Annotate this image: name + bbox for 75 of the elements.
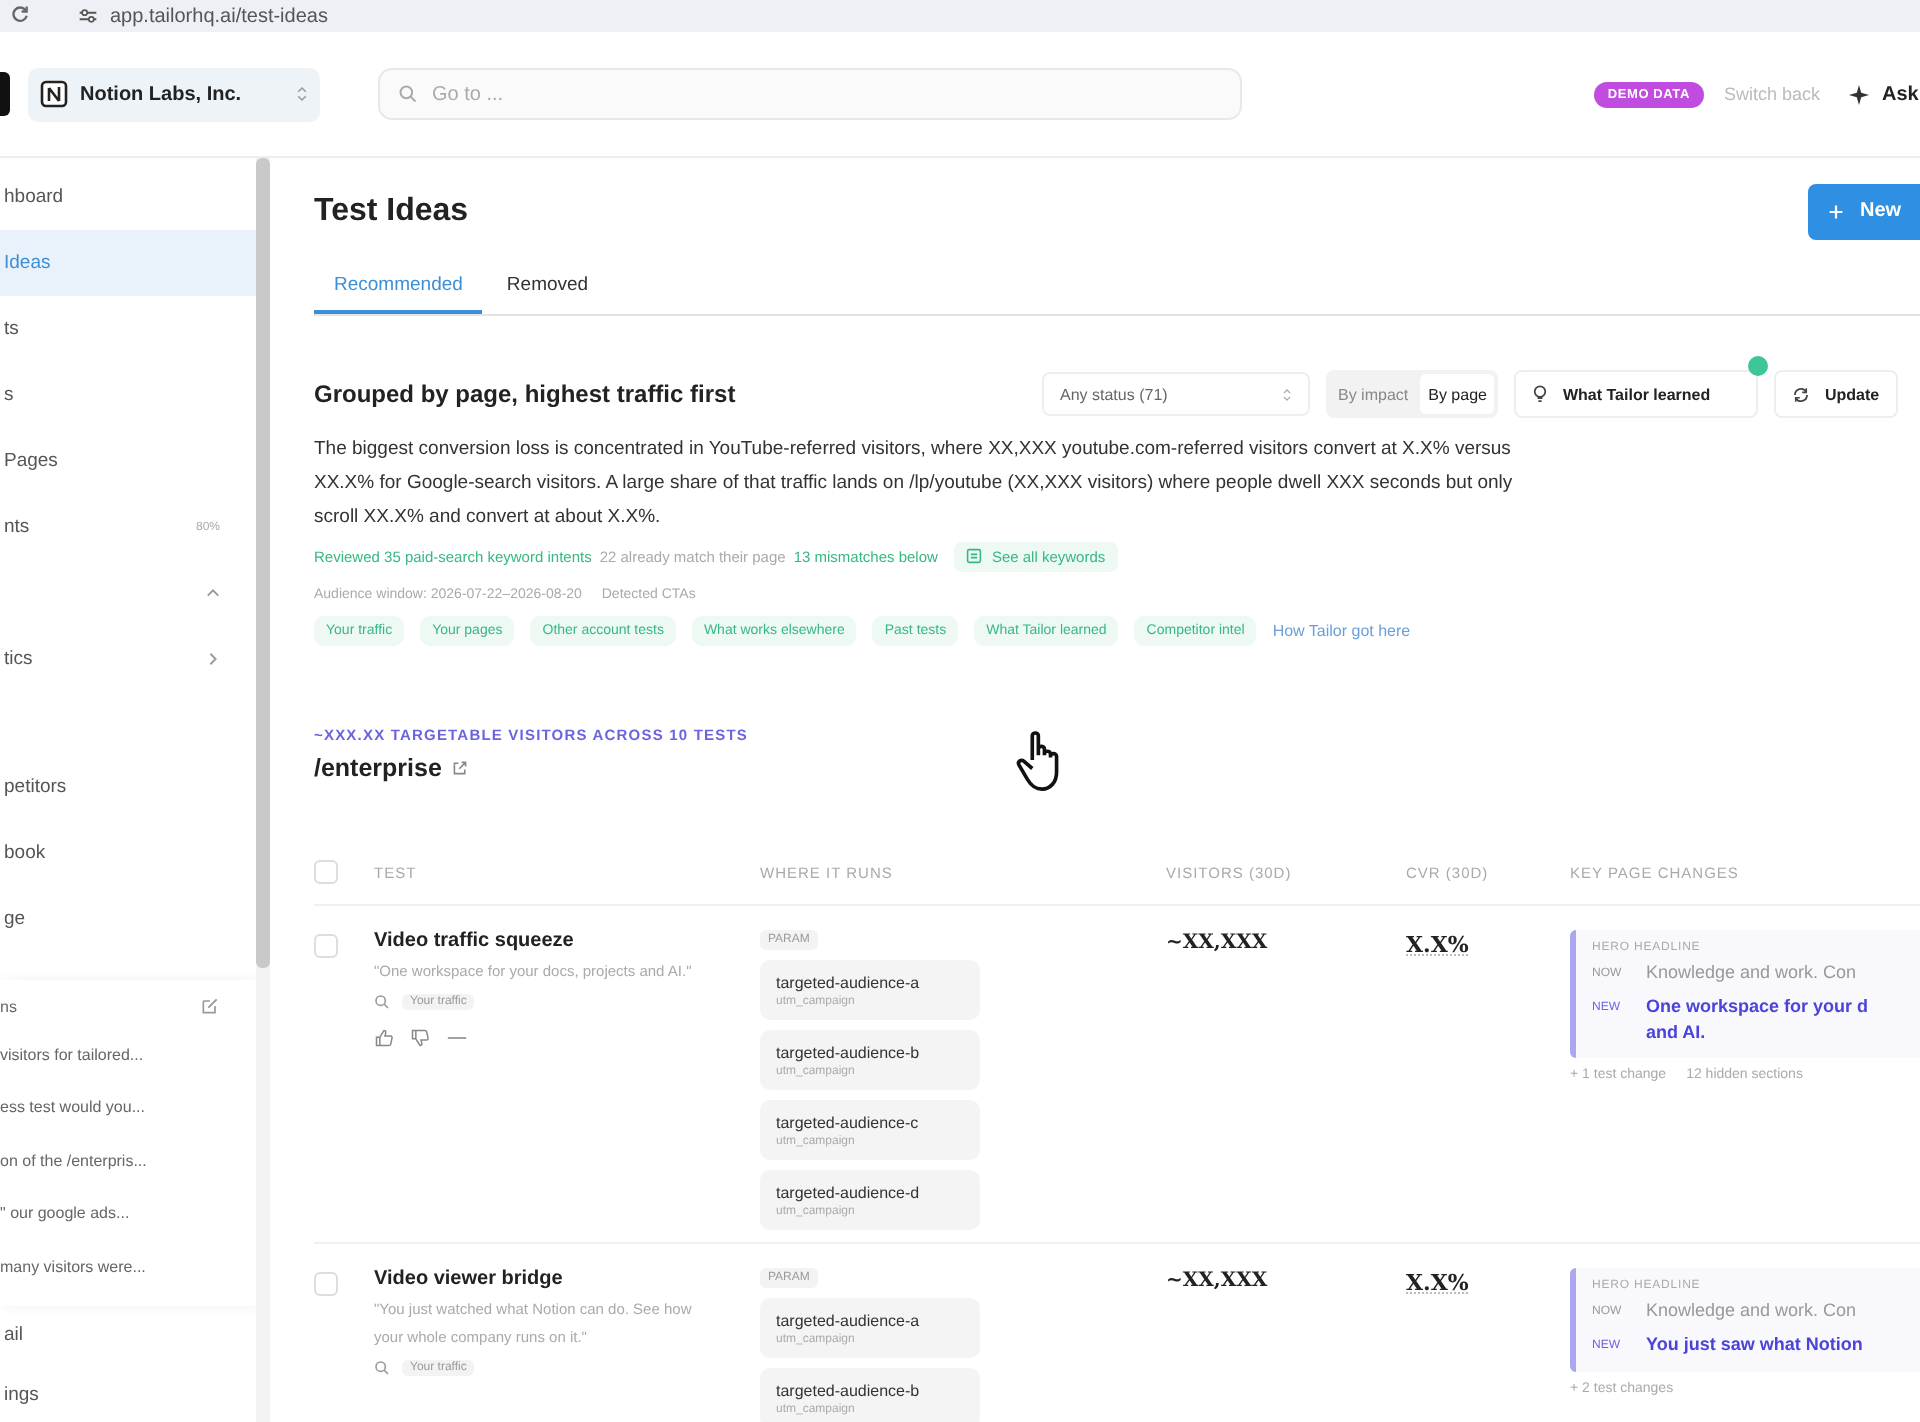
plus-icon xyxy=(1828,203,1844,219)
target-value: targeted-audience-d xyxy=(776,1183,922,1201)
proposed-text: You just saw what Notion xyxy=(1646,1332,1863,1358)
section-heading: Grouped by page, highest traffic first xyxy=(314,380,738,408)
thumbs-down-icon[interactable] xyxy=(410,1028,430,1048)
current-text: Knowledge and work. Con xyxy=(1646,960,1857,986)
cvr-cell-text: X.X% xyxy=(1406,1268,1471,1300)
current-text: Knowledge and work. Con xyxy=(1646,1298,1857,1324)
target-value: targeted-audience-b xyxy=(776,1043,922,1061)
sidebar-item[interactable]: s xyxy=(0,362,256,428)
search-icon xyxy=(374,1360,390,1376)
address-bar[interactable]: app.tailorhq.ai/test-ideas xyxy=(62,0,344,32)
ask-button[interactable]: Ask xyxy=(1848,83,1920,105)
search-field[interactable]: Go to ... xyxy=(378,68,1242,120)
sidebar-group[interactable]: tics xyxy=(0,626,256,692)
tab[interactable]: Recommended xyxy=(314,260,483,314)
what-tailor-learned-button[interactable]: What Tailor learned xyxy=(1514,370,1759,418)
row-checkbox[interactable] xyxy=(314,934,338,958)
view-option[interactable]: By page xyxy=(1420,374,1495,414)
proposed-text: One workspace for your d and AI. xyxy=(1646,994,1869,1046)
chevron-icon xyxy=(206,586,220,600)
sidebar-item[interactable]: petitors xyxy=(0,754,256,820)
row-checkbox[interactable] xyxy=(314,1272,338,1296)
cvr-cell-text: X.X% xyxy=(1406,930,1471,962)
select-all-checkbox[interactable] xyxy=(314,860,338,884)
sidebar-item[interactable]: book xyxy=(0,820,256,886)
chevron-updown-icon xyxy=(1282,385,1292,403)
lightbulb-icon xyxy=(1532,384,1549,404)
org-switcher[interactable]: Notion Labs, Inc. xyxy=(28,67,320,121)
chevron-icon xyxy=(206,652,220,666)
sparkle-icon xyxy=(1848,83,1870,105)
test-title: Video traffic squeeze xyxy=(374,930,576,952)
tab[interactable]: Removed xyxy=(486,260,609,314)
view-option[interactable]: By impact xyxy=(1330,374,1417,414)
sidebar-item[interactable]: Pages xyxy=(0,428,256,494)
visitors-cell-text: ~XX,XXX xyxy=(1166,930,1270,958)
notion-logo-icon xyxy=(40,80,68,108)
chat-item[interactable]: " our google ads... xyxy=(0,1187,256,1240)
dash-icon[interactable] xyxy=(446,1034,468,1042)
chat-item[interactable]: visitors for tailored... xyxy=(0,1028,256,1081)
thumbs-up-icon[interactable] xyxy=(374,1028,394,1048)
list-icon xyxy=(965,548,982,564)
chevron-updown-icon xyxy=(296,84,308,104)
chat-item[interactable]: ess test would you... xyxy=(0,1081,256,1134)
new-test-button[interactable]: New xyxy=(1808,183,1920,239)
edit-icon[interactable] xyxy=(200,996,220,1016)
sidebar-item[interactable]: Ideas xyxy=(0,230,256,296)
chat-item[interactable]: many visitors were... xyxy=(0,1240,256,1293)
tune-icon[interactable] xyxy=(78,6,98,26)
app-logo[interactable] xyxy=(0,72,10,116)
search-icon xyxy=(398,84,418,104)
external-link-icon[interactable] xyxy=(451,760,468,776)
target-value: targeted-audience-b xyxy=(776,1381,922,1399)
url-text: app.tailorhq.ai/test-ideas xyxy=(110,5,328,27)
reload-icon[interactable] xyxy=(10,4,30,24)
sidebar-item[interactable]: ings xyxy=(0,1364,256,1422)
update-button[interactable]: Update xyxy=(1774,370,1898,418)
page-title: Test Ideas xyxy=(314,192,469,230)
sidebar-item[interactable]: ts xyxy=(0,296,256,362)
search-icon xyxy=(374,994,390,1010)
status-filter[interactable]: Any status (71) xyxy=(1042,372,1310,416)
chat-item[interactable]: on of the /enterpris... xyxy=(0,1134,256,1187)
target-value: targeted-audience-c xyxy=(776,1113,921,1131)
test-title: Video viewer bridge xyxy=(374,1268,565,1290)
sidebar-item[interactable]: ge xyxy=(0,886,256,952)
summary-paragraph: The biggest conversion loss is concentrated in YouTube-referred visitors, where XX,XXX youtube.com-referred visitors convert at X.X% versus XX.X% for Google-search visitors. A large share of that traffic lands on /lp/youtube (XX,XXX visitors) where people dwell XXX seconds but only scroll XX.X% and convert at about X.X%. xyxy=(314,436,1515,532)
scrollbar[interactable] xyxy=(256,158,270,1422)
target-value: targeted-audience-a xyxy=(776,973,922,991)
visitors-cell-text: ~XX,XXX xyxy=(1166,1268,1270,1296)
section-title: ns xyxy=(0,997,17,1015)
target-value: targeted-audience-a xyxy=(776,1311,922,1329)
sidebar-item[interactable]: hboard xyxy=(0,164,256,230)
refresh-icon xyxy=(1792,385,1811,403)
sidebar-item[interactable]: ail xyxy=(0,1305,256,1365)
page-path: /enterprise xyxy=(314,754,442,782)
